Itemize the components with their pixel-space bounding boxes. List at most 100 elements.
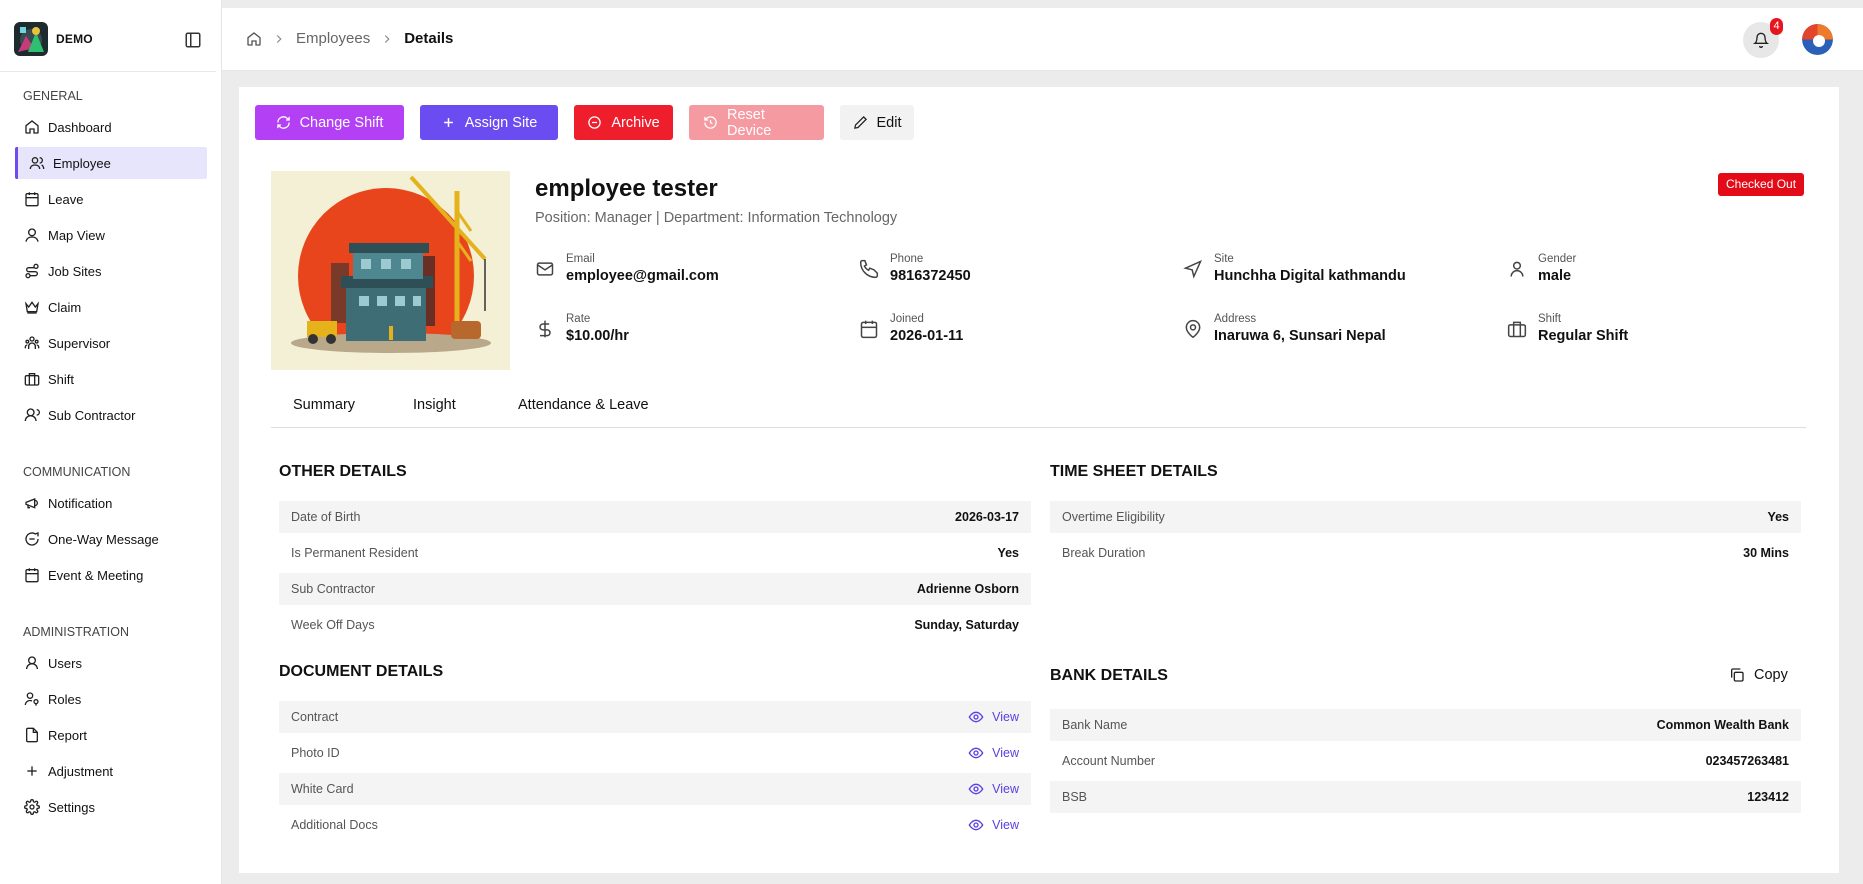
info-value: employee@gmail.com [566,268,719,284]
view-additional-docs-link[interactable]: View [968,817,1019,833]
table-row: BSB 123412 [1050,781,1801,813]
info-value: 9816372450 [890,268,971,284]
map-pin-user-icon [24,227,40,243]
user-round-icon [24,407,40,423]
info-value: $10.00/hr [566,328,629,344]
reset-device-button[interactable]: Reset Device [689,105,824,140]
archive-button[interactable]: Archive [574,105,673,140]
info-label: Shift [1538,313,1562,325]
sidebar-item-dashboard[interactable]: Dashboard [15,111,207,143]
info-value: Hunchha Digital kathmandu [1214,268,1406,284]
sidebar-item-shift[interactable]: Shift [15,363,207,395]
tab-summary[interactable]: Summary [293,397,355,413]
sidebar-item-sub-contractor[interactable]: Sub Contractor [15,399,207,431]
row-value: 023457263481 [1705,754,1789,768]
row-label: Is Permanent Resident [291,546,419,560]
info-label: Address [1214,313,1257,325]
sidebar-item-employee[interactable]: Employee [15,147,207,179]
change-shift-button[interactable]: Change Shift [255,105,404,140]
info-label: Site [1214,253,1234,265]
sidebar-toggle-icon[interactable] [184,31,202,49]
sidebar-item-label: Roles [48,691,82,707]
info-label: Gender [1538,253,1577,265]
row-label: Contract [291,710,339,724]
sidebar-item-label: Sub Contractor [48,407,136,423]
top-header: Employees Details 4 [222,8,1863,71]
info-label: Phone [890,253,924,265]
change-shift-label: Change Shift [299,114,384,131]
plus-icon [441,115,456,130]
table-row: Sub Contractor Adrienne Osborn [279,573,1031,605]
copy-icon [1729,667,1745,683]
edit-button[interactable]: Edit [840,105,914,140]
sidebar-item-settings[interactable]: Settings [15,791,207,823]
row-value: 123412 [1747,790,1789,804]
sidebar-item-notification[interactable]: Notification [15,487,207,519]
details-tabs: Summary Insight Attendance & Leave [271,397,1806,428]
table-row: Additional Docs View [279,809,1031,841]
sidebar-item-report[interactable]: Report [15,719,207,751]
user-icon [24,655,40,671]
breadcrumb-current: Details [404,30,454,47]
pencil-icon [853,115,868,130]
sidebar-item-label: Notification [48,495,113,511]
sidebar-item-map-view[interactable]: Map View [15,219,207,251]
view-photo-id-link[interactable]: View [968,745,1019,761]
sidebar-item-label: Event & Meeting [48,567,144,583]
info-rate: Rate $10.00/hr [535,312,629,345]
breadcrumb-employees[interactable]: Employees [296,30,370,47]
info-value: Inaruwa 6, Sunsari Nepal [1214,328,1386,344]
nav-heading-communication: COMMUNICATION [23,465,131,479]
info-label: Joined [890,313,924,325]
view-white-card-link[interactable]: View [968,781,1019,797]
brand[interactable]: DEMO [14,22,93,56]
view-contract-link[interactable]: View [968,709,1019,725]
notifications-button[interactable]: 4 [1743,18,1783,58]
assign-site-button[interactable]: Assign Site [420,105,558,140]
plus-icon [24,763,40,779]
user-key-icon [24,691,40,707]
sidebar-item-users[interactable]: Users [15,647,207,679]
sidebar-item-job-sites[interactable]: Job Sites [15,255,207,287]
nav-section-communication: COMMUNICATION Notification One-Way Messa… [0,463,222,595]
crown-icon [24,299,40,315]
archive-label: Archive [611,114,660,131]
nav-section-administration: ADMINISTRATION Users Roles Report Adjust… [0,623,222,827]
table-row: Account Number 023457263481 [1050,745,1801,777]
eye-icon [968,709,984,725]
employee-photo [271,171,510,370]
eye-icon [968,745,984,761]
brand-name: DEMO [56,32,93,46]
view-label: View [992,782,1019,796]
route-icon [24,263,40,279]
sidebar-item-label: Map View [48,227,105,243]
action-toolbar: Change Shift Assign Site Archive Reset D… [255,105,930,140]
sidebar-item-claim[interactable]: Claim [15,291,207,323]
other-details-title: OTHER DETAILS [279,463,407,480]
phone-icon [859,259,879,279]
table-row: Bank Name Common Wealth Bank [1050,709,1801,741]
info-address: Address Inaruwa 6, Sunsari Nepal [1183,312,1386,345]
info-label: Email [566,253,595,265]
sidebar-item-label: Supervisor [48,335,111,351]
sidebar-item-roles[interactable]: Roles [15,683,207,715]
mail-icon [535,259,555,279]
info-site: Site Hunchha Digital kathmandu [1183,252,1406,285]
sidebar-item-adjustment[interactable]: Adjustment [15,755,207,787]
brand-logo [14,22,48,56]
bell-icon [1753,32,1769,48]
tab-attendance-leave[interactable]: Attendance & Leave [518,397,649,413]
sidebar-item-event-meeting[interactable]: Event & Meeting [15,559,207,591]
sidebar-item-supervisor[interactable]: Supervisor [15,327,207,359]
document-details-list: Contract View Photo ID View White Card V… [279,701,1031,845]
sidebar: DEMO GENERAL Dashboard Employee Leave Ma… [0,0,222,884]
user-avatar[interactable] [1802,24,1833,55]
navigation-icon [1183,259,1203,279]
table-row: Date of Birth 2026-03-17 [279,501,1031,533]
sidebar-item-one-way-message[interactable]: One-Way Message [15,523,207,555]
row-value: Sunday, Saturday [914,618,1019,632]
copy-bank-details-button[interactable]: Copy [1729,667,1788,683]
home-icon[interactable] [246,31,262,47]
sidebar-item-leave[interactable]: Leave [15,183,207,215]
tab-insight[interactable]: Insight [413,397,456,413]
